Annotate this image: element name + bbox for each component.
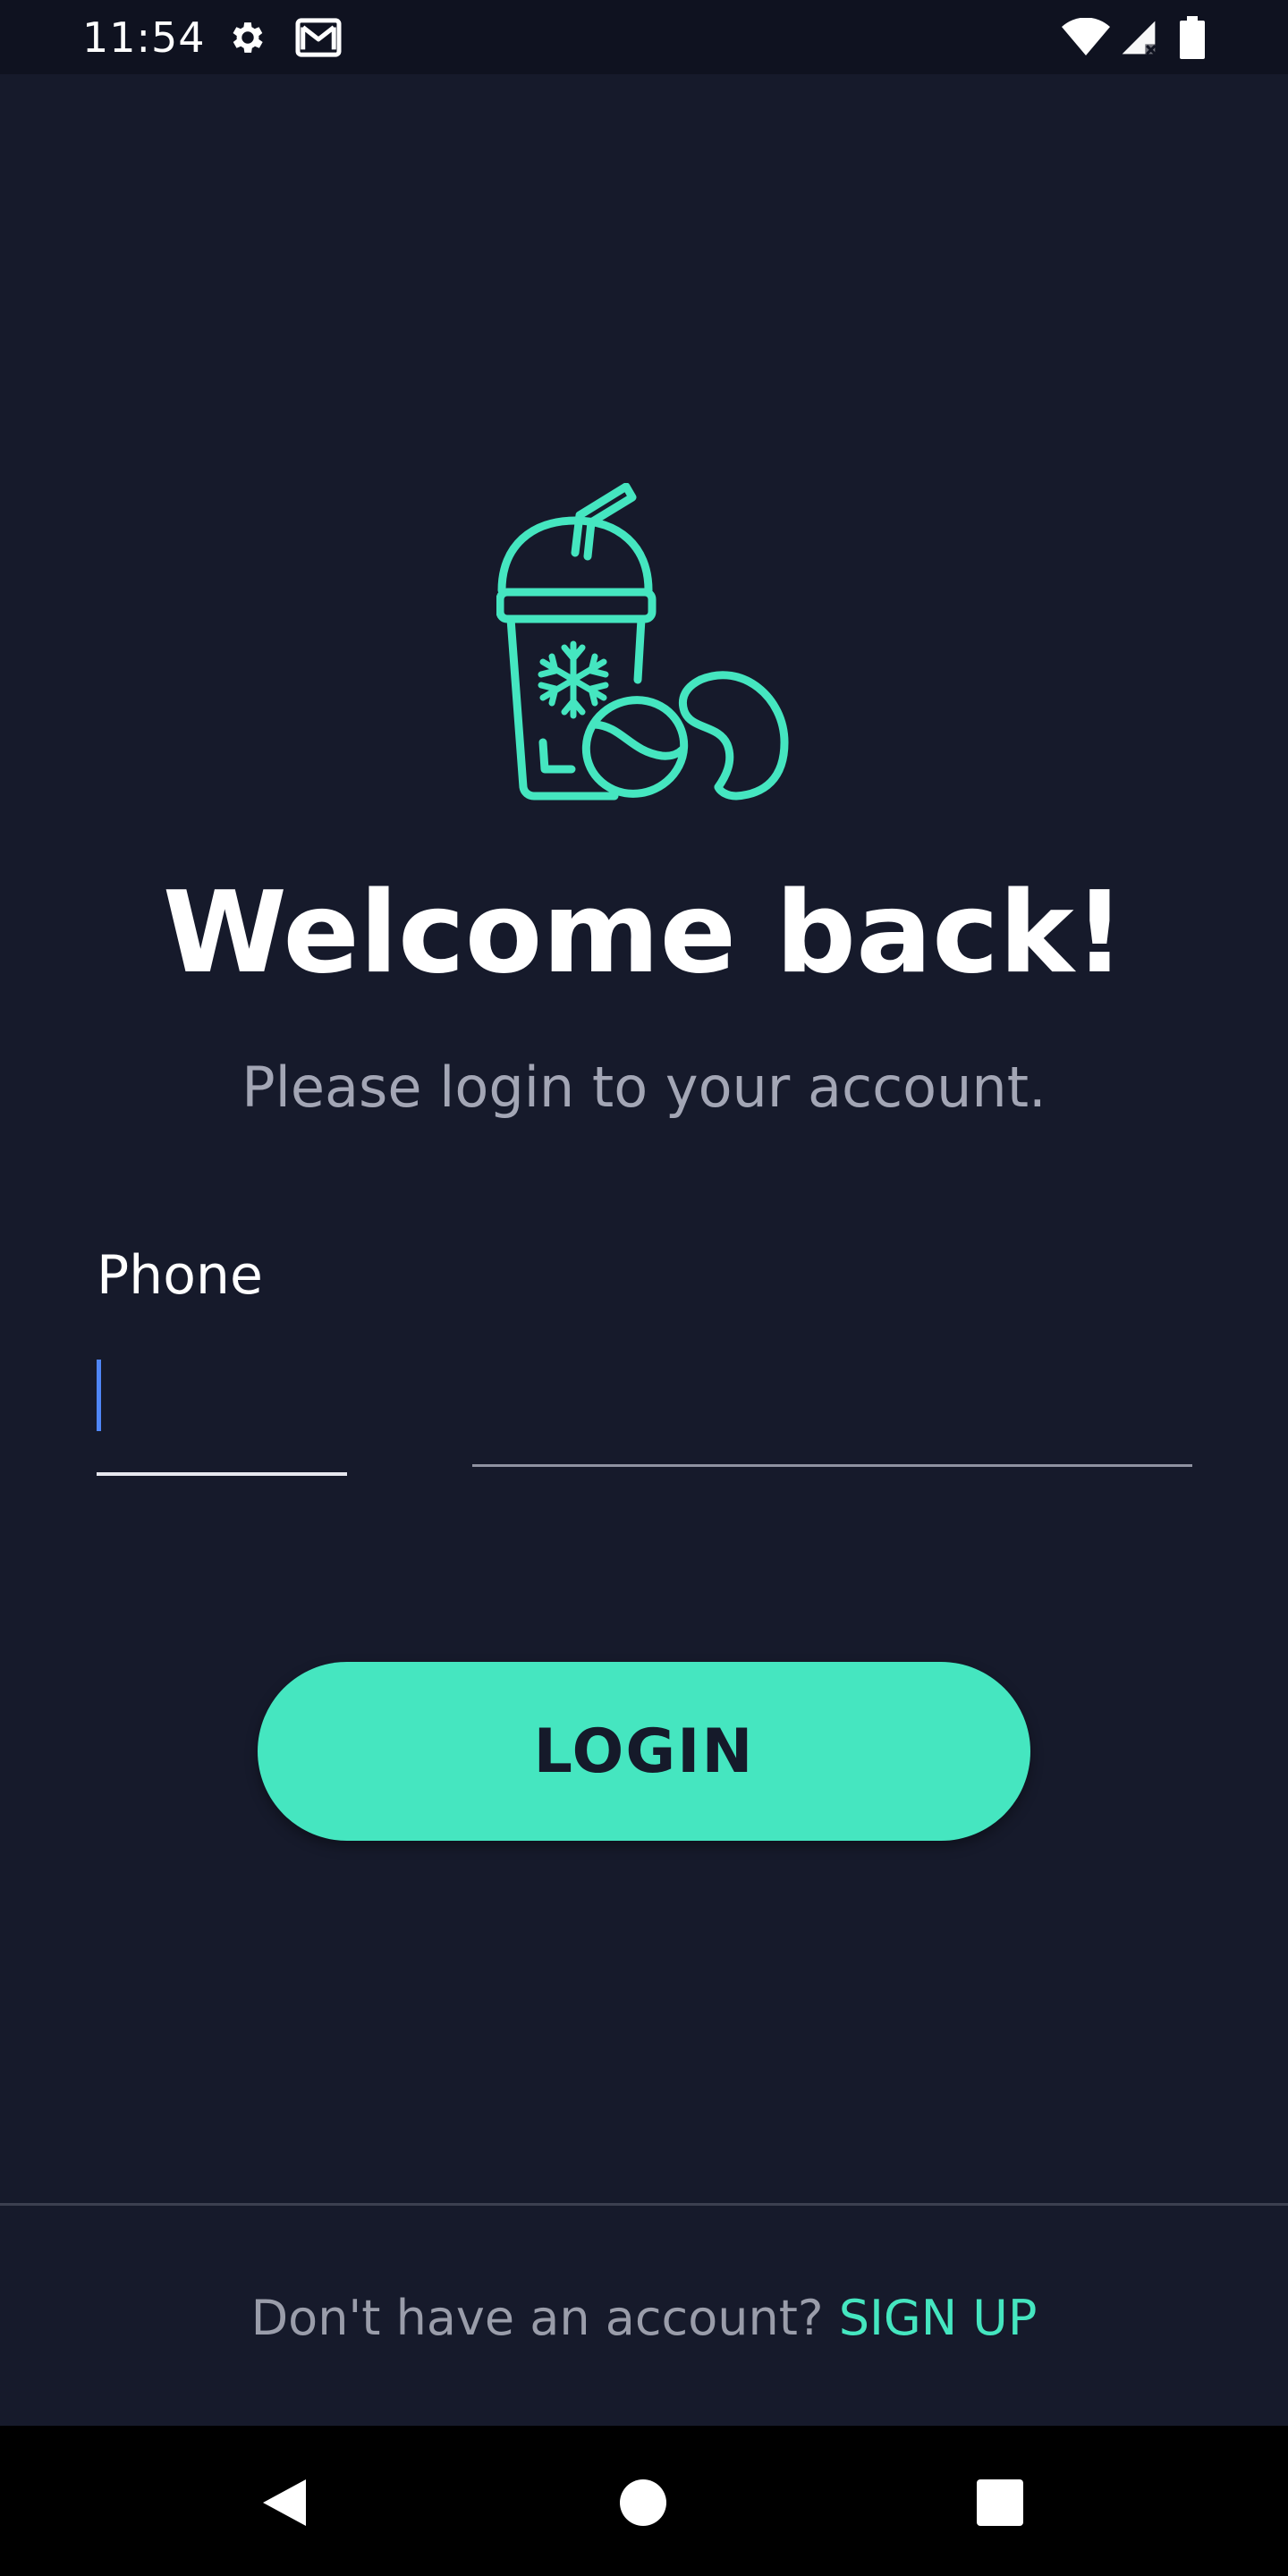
back-icon[interactable] — [259, 2476, 309, 2529]
status-time: 11:54 — [82, 13, 206, 62]
welcome-title: Welcome back! — [162, 867, 1126, 998]
country-code-field[interactable] — [97, 1472, 347, 1476]
phone-label: Phone — [97, 1244, 263, 1307]
status-bar: 11:54 — [0, 0, 1288, 74]
iced-coffee-logo-icon — [496, 483, 789, 801]
phone-input[interactable] — [472, 1377, 1192, 1467]
text-cursor — [97, 1360, 101, 1431]
signal-icon — [1122, 21, 1157, 55]
phone-field — [97, 1342, 1192, 1478]
wifi-icon — [1062, 18, 1110, 55]
settings-icon — [233, 22, 263, 53]
footer-divider — [0, 2203, 1288, 2206]
home-icon[interactable] — [620, 2479, 666, 2526]
battery-icon — [1180, 16, 1205, 59]
signup-link[interactable]: SIGN UP — [839, 2290, 1038, 2346]
navigation-bar — [0, 2426, 1288, 2576]
login-button[interactable]: LOGIN — [258, 1662, 1030, 1841]
gmail-icon — [295, 18, 342, 57]
recents-icon[interactable] — [977, 2479, 1023, 2526]
welcome-subtitle: Please login to your account. — [242, 1055, 1046, 1120]
signup-prompt: Don't have an account? — [250, 2290, 839, 2346]
signup-row: Don't have an account? SIGN UP — [0, 2283, 1288, 2354]
login-screen: 11:54 Welcome back! Please login to your… — [0, 0, 1288, 2576]
